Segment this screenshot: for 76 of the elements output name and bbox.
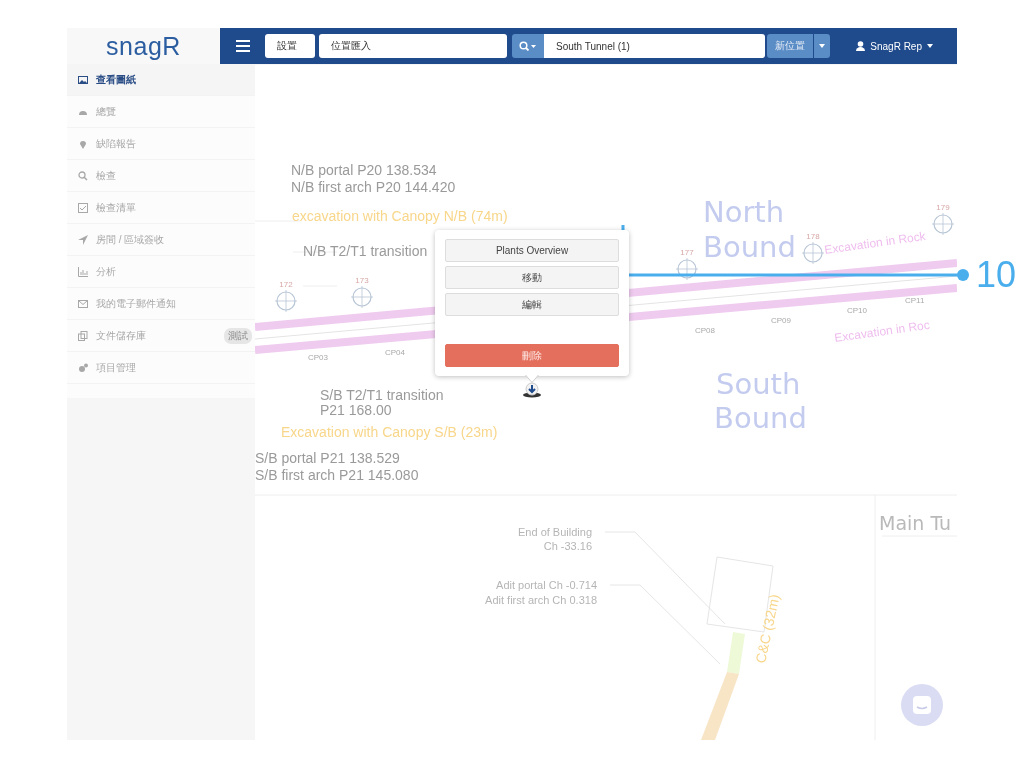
- drawing-label: Bound: [714, 401, 807, 435]
- menu-button[interactable]: 編輯: [445, 293, 619, 316]
- project-button[interactable]: 設置: [265, 34, 315, 58]
- drawing-label: N/B first arch P20 144.420: [291, 179, 456, 195]
- gears-icon: [78, 362, 88, 373]
- menu-button[interactable]: Plants Overview: [445, 239, 619, 262]
- drawing-label: C&C (32m): [752, 592, 783, 665]
- search-dropdown-button[interactable]: [512, 34, 544, 58]
- check-icon: [78, 202, 88, 213]
- logo: snagR: [106, 31, 181, 61]
- drawing-label: Excavation in Roc: [833, 317, 931, 345]
- marker-number: 177: [680, 248, 694, 257]
- drawing-label: Excavation with Canopy S/B (23m): [281, 424, 498, 440]
- sidebar-item[interactable]: 總覽: [67, 96, 255, 128]
- survey-marker-icon: [801, 241, 825, 265]
- measure-label: 10: [976, 255, 1017, 295]
- sidebar-item[interactable]: 分析: [67, 256, 255, 288]
- drawing-label: S/B first arch P21 145.080: [255, 467, 419, 483]
- drawing-label: S/B portal P21 138.529: [255, 450, 400, 466]
- sidebar-item[interactable]: 項目管理: [67, 352, 255, 384]
- dropdown-button[interactable]: [814, 34, 830, 58]
- import-field[interactable]: 位置匯入: [319, 34, 507, 58]
- search-icon: [519, 41, 537, 51]
- marker-number: 179: [936, 203, 950, 212]
- drawing-label: CP09: [771, 316, 791, 325]
- drawing-label: Main Tu: [879, 512, 952, 534]
- sidebar-item[interactable]: 缺陷報告: [67, 128, 255, 160]
- drawing-label: P21 168.00: [320, 402, 392, 418]
- drawing-label: Bound: [703, 230, 796, 264]
- marker-number: 173: [355, 276, 369, 285]
- badge: 測試: [224, 328, 252, 344]
- drawing-label: Excavation in Rock: [823, 228, 927, 257]
- drawing-label: Ch -33.16: [543, 540, 592, 552]
- caret-icon: [927, 44, 933, 48]
- drawing-label: CP11: [905, 296, 925, 305]
- download-pin-icon[interactable]: [522, 381, 542, 399]
- chat-icon: [912, 695, 932, 715]
- chart-icon: [78, 266, 88, 277]
- user-menu[interactable]: SnagR Rep: [850, 39, 939, 53]
- pin-icon: [78, 138, 88, 149]
- drawing-label: North: [703, 195, 785, 229]
- sidebar-item[interactable]: 檢查清單: [67, 192, 255, 224]
- picture-icon: [78, 74, 88, 85]
- mail-icon: [78, 298, 88, 309]
- marker-number: 172: [279, 280, 293, 289]
- drawing-label: CP04: [385, 348, 405, 357]
- drawing-label: CP03: [308, 353, 328, 362]
- search-icon: [78, 170, 88, 181]
- sidebar-item[interactable]: 我的電子郵件通知: [67, 288, 255, 320]
- drawing-label: N/B portal P20 138.534: [291, 162, 437, 178]
- marker-number: 178: [806, 232, 820, 241]
- new-location-button[interactable]: 新位置: [767, 34, 813, 58]
- drawing-label: excavation with Canopy N/B (74m): [292, 208, 508, 224]
- drawing-label: N/B T2/T1 transition: [303, 243, 428, 259]
- drawing-label: CP08: [695, 326, 715, 335]
- survey-marker-icon: [350, 285, 374, 309]
- drawing-label: Adit portal Ch -0.714: [496, 579, 597, 591]
- survey-marker-icon: [274, 289, 298, 313]
- arrow-icon: [78, 234, 88, 245]
- survey-marker-icon: [931, 212, 955, 236]
- delete-button[interactable]: 刪除: [445, 344, 619, 367]
- user-icon: [856, 41, 866, 51]
- survey-marker-icon: [675, 257, 699, 281]
- sidebar-item[interactable]: 文件儲存庫 測試: [67, 320, 255, 352]
- sidebar-item[interactable]: 查看圖紙: [67, 64, 255, 96]
- drawing-label: S/B T2/T1 transition: [320, 387, 444, 403]
- files-icon: [78, 330, 88, 341]
- sidebar-item[interactable]: 檢查: [67, 160, 255, 192]
- drawing-label: Adit first arch Ch 0.318: [485, 594, 597, 606]
- menu-button[interactable]: 移動: [445, 266, 619, 289]
- drawing-label: CP10: [847, 306, 867, 315]
- sidebar-item[interactable]: 房間 / 區域簽收: [67, 224, 255, 256]
- drawing-label: South: [716, 367, 801, 401]
- drawing-label: End of Building: [518, 526, 592, 538]
- location-field[interactable]: South Tunnel (1): [544, 34, 765, 58]
- caret-icon: [819, 44, 825, 48]
